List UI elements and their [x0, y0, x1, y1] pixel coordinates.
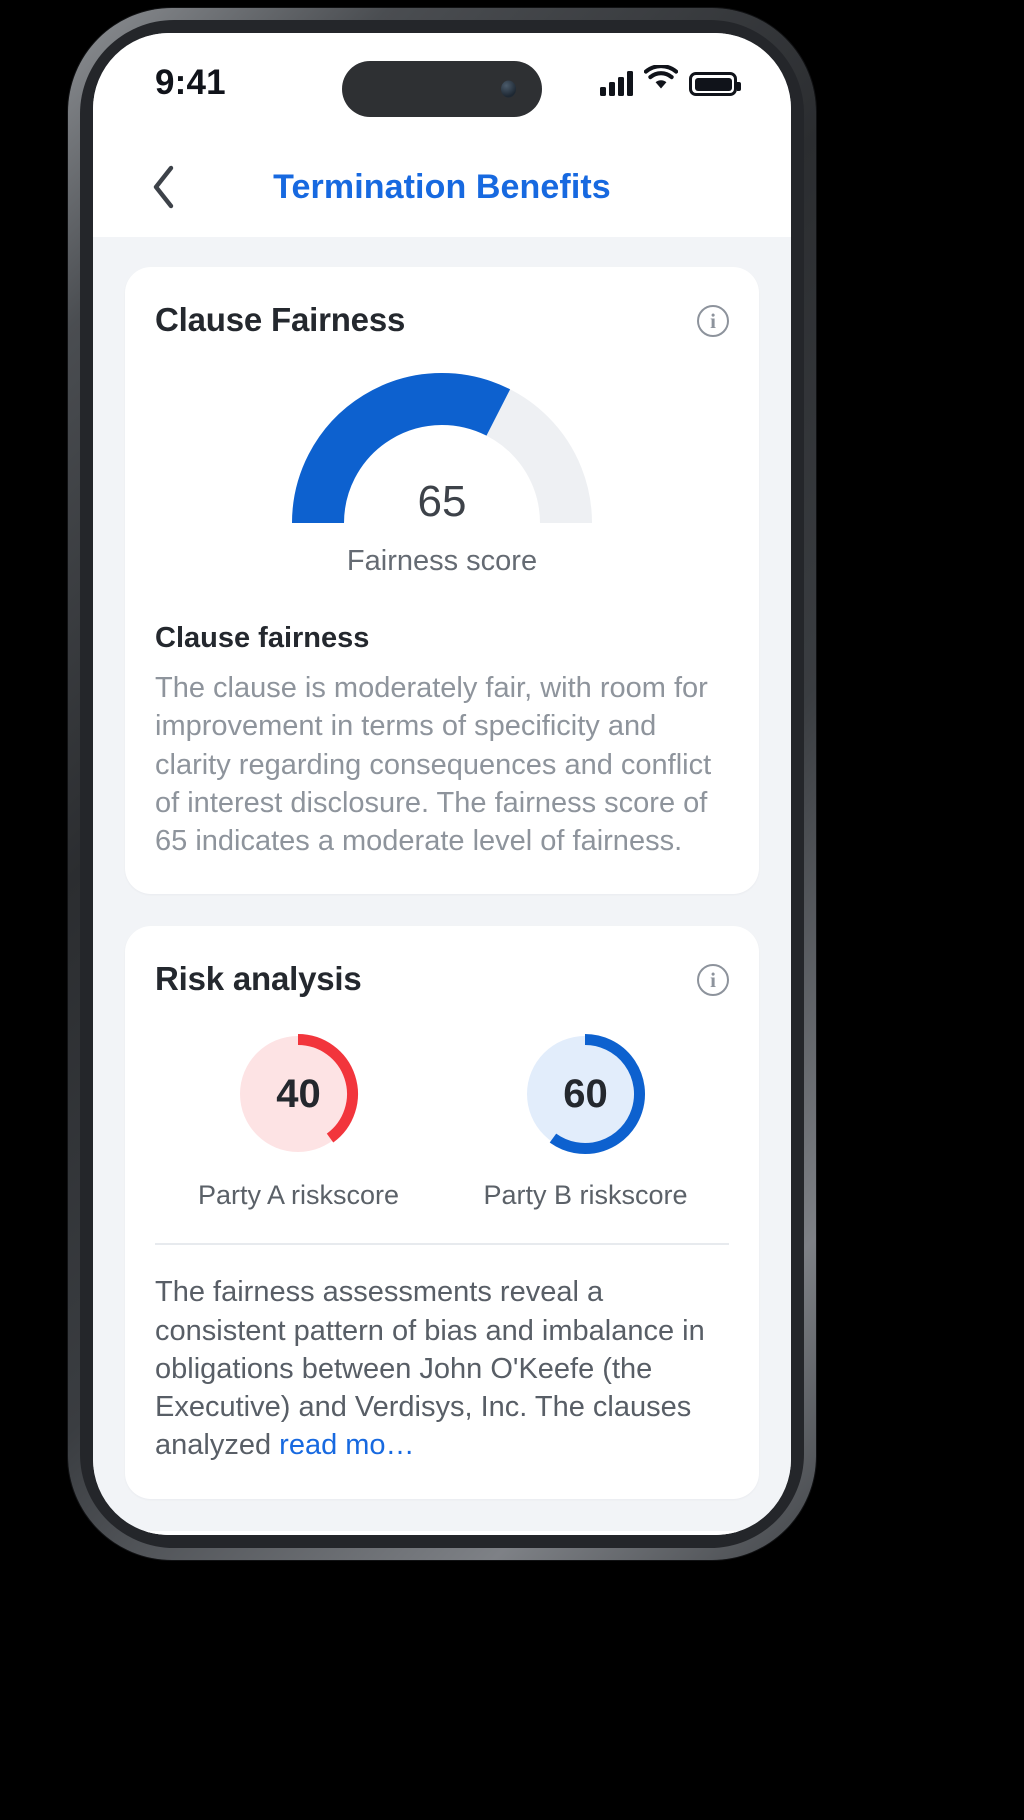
status-bar: 9:41 — [93, 33, 791, 137]
party-b-risk-value: 60 — [563, 1071, 608, 1116]
party-a-risk: 40 Party A riskscore — [161, 1032, 437, 1211]
phone-frame: 9:41 Termination Benefits Clause Fairnes… — [68, 8, 816, 1560]
back-button[interactable] — [139, 162, 189, 212]
chevron-left-icon — [151, 165, 177, 209]
legibility-card: Legibility i — [125, 1530, 759, 1535]
party-b-risk: 60 Party B riskscore — [448, 1032, 724, 1211]
front-camera-icon — [501, 80, 516, 98]
status-indicators — [600, 64, 741, 96]
info-circle-icon[interactable]: i — [697, 305, 729, 337]
fairness-gauge-value: 65 — [417, 477, 467, 526]
risk-analysis-body-text: The fairness assessments reveal a consis… — [155, 1276, 705, 1462]
fairness-gauge-caption: Fairness score — [346, 545, 538, 577]
battery-full-icon — [689, 72, 741, 96]
read-more-link[interactable]: read mo… — [279, 1429, 414, 1461]
clause-fairness-subtitle: Clause fairness — [155, 622, 370, 654]
party-a-risk-caption: Party A riskscore — [197, 1180, 400, 1211]
cellular-bars-icon — [600, 70, 633, 96]
risk-analysis-body: The fairness assessments reveal a consis… — [155, 1273, 729, 1464]
party-b-ring-gauge: 60 — [523, 1032, 647, 1156]
party-b-risk-caption: Party B riskscore — [483, 1180, 688, 1211]
risk-gauges-row: 40 Party A riskscore 60 Party B riskscor… — [155, 1032, 729, 1211]
wifi-icon — [643, 64, 679, 96]
fairness-gauge-arc: 65 — [292, 373, 592, 526]
clause-fairness-header: Clause Fairness i — [155, 301, 729, 339]
phone-screen: 9:41 Termination Benefits Clause Fairnes… — [93, 33, 791, 1535]
page-title: Termination Benefits — [273, 167, 611, 206]
party-a-ring-gauge: 40 — [236, 1032, 360, 1156]
scroll-content[interactable]: Clause Fairness i 65 Fairness score Clau… — [93, 237, 791, 1535]
dynamic-island — [342, 61, 542, 117]
clause-fairness-card: Clause Fairness i 65 Fairness score Clau… — [125, 267, 759, 895]
nav-bar: Termination Benefits — [93, 137, 791, 237]
screenshot-root: 9:41 Termination Benefits Clause Fairnes… — [0, 0, 1024, 1820]
clause-fairness-title: Clause Fairness — [155, 301, 406, 338]
info-circle-icon[interactable]: i — [697, 964, 729, 997]
risk-analysis-header: Risk analysis i — [155, 960, 729, 998]
party-a-risk-value: 40 — [276, 1071, 321, 1116]
clause-fairness-body: The clause is moderately fair, with room… — [155, 672, 712, 858]
status-time: 9:41 — [155, 63, 226, 102]
risk-analysis-card: Risk analysis i 40 Party A riskscore 60 … — [125, 926, 759, 1499]
risk-divider — [155, 1243, 729, 1246]
fairness-gauge: 65 Fairness score — [155, 373, 729, 578]
risk-analysis-title: Risk analysis — [155, 960, 362, 998]
